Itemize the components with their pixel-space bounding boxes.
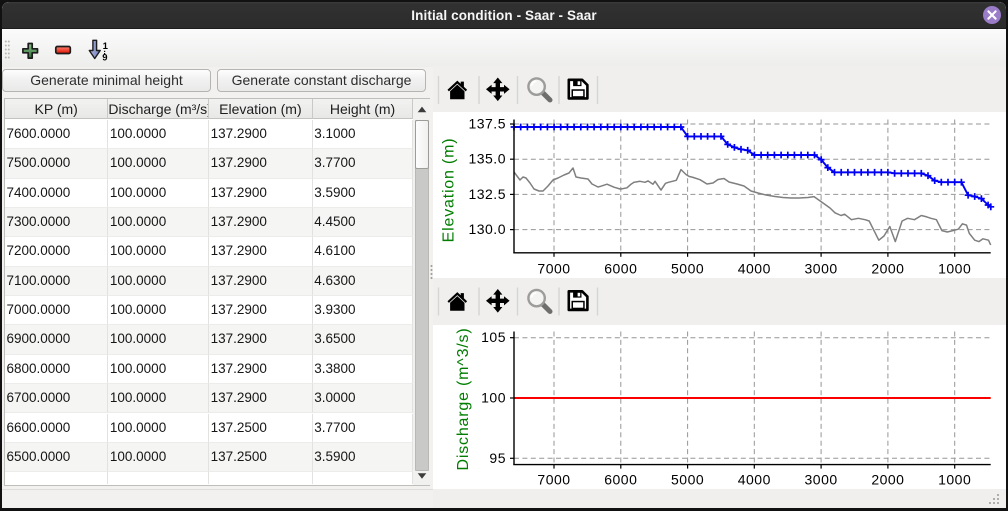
svg-text:135.0: 135.0 (468, 151, 506, 167)
svg-text:100: 100 (481, 390, 506, 406)
svg-text:6000: 6000 (604, 471, 637, 487)
svg-text:Elevation (m): Elevation (m) (441, 138, 458, 243)
svg-text:Discharge (m^3/s): Discharge (m^3/s) (455, 328, 472, 471)
svg-text:1000: 1000 (938, 260, 971, 276)
svg-text:130.0: 130.0 (468, 221, 506, 237)
svg-text:3000: 3000 (805, 260, 838, 276)
svg-text:4000: 4000 (738, 260, 771, 276)
svg-text:5000: 5000 (671, 471, 704, 487)
svg-text:2000: 2000 (871, 471, 904, 487)
svg-text:3000: 3000 (805, 471, 838, 487)
svg-text:132.5: 132.5 (468, 186, 506, 202)
svg-text:5000: 5000 (671, 260, 704, 276)
svg-text:95: 95 (489, 450, 506, 466)
svg-text:7000: 7000 (537, 471, 570, 487)
svg-text:4000: 4000 (738, 471, 771, 487)
svg-text:6000: 6000 (604, 260, 637, 276)
svg-text:105: 105 (481, 329, 506, 345)
svg-text:2000: 2000 (871, 260, 904, 276)
svg-text:1000: 1000 (938, 471, 971, 487)
svg-text:7000: 7000 (537, 260, 570, 276)
svg-text:137.5: 137.5 (468, 116, 506, 132)
